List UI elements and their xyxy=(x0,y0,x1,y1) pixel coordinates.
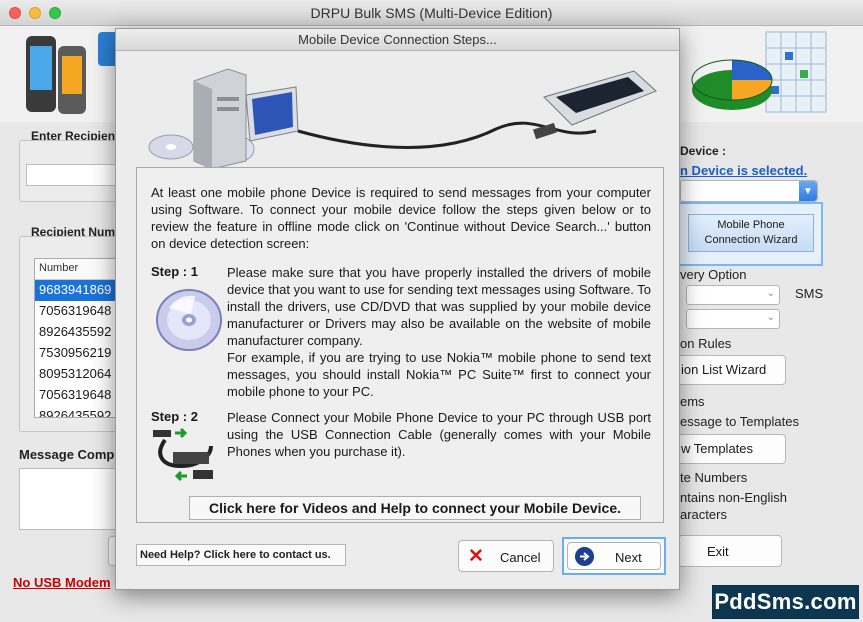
next-button[interactable]: Next xyxy=(567,542,661,570)
delivery-option-label: very Option xyxy=(680,267,747,282)
rules-label: on Rules xyxy=(680,336,732,351)
chevron-down-icon: ⌄ xyxy=(766,288,775,299)
non-english-line1: ntains non-English xyxy=(680,490,787,505)
list-wizard-button[interactable]: ion List Wizard xyxy=(670,355,786,385)
exit-button-label: Exit xyxy=(707,544,729,559)
items-label: ems xyxy=(680,394,705,409)
table-row[interactable]: 7530956219 xyxy=(35,343,117,364)
sms-label: SMS xyxy=(795,286,824,301)
table-row[interactable]: 8926435592 xyxy=(35,406,117,417)
step1-text-a: Please make sure that you have properly … xyxy=(227,265,651,348)
phones-logo-icon xyxy=(26,36,86,114)
table-row[interactable]: 7056319648 xyxy=(35,385,117,406)
step1-text-b: For example, if you are trying to use No… xyxy=(227,350,651,399)
view-templates-button[interactable]: w Templates xyxy=(670,434,786,464)
save-to-templates-text[interactable]: essage to Templates xyxy=(680,414,799,429)
chart-logo-icon xyxy=(691,31,827,113)
next-button-focus-ring: Next xyxy=(562,537,666,575)
chevron-down-icon: ⌄ xyxy=(766,312,775,323)
pc-to-phone-illustration-icon xyxy=(148,68,657,170)
usb-cable-icon xyxy=(153,427,213,482)
need-help-contact-button[interactable]: Need Help? Click here to contact us. xyxy=(136,544,346,566)
delivery-sub-combo[interactable]: ⌄ xyxy=(686,309,780,329)
device-selected-link[interactable]: n Device is selected. xyxy=(680,163,807,178)
intro-text: At least one mobile phone Device is requ… xyxy=(151,185,651,251)
wizard-button-line1: Mobile Phone xyxy=(717,219,785,231)
instructions-panel: At least one mobile phone Device is requ… xyxy=(136,167,664,523)
next-button-label: Next xyxy=(615,550,642,565)
window-titlebar: DRPU Bulk SMS (Multi-Device Edition) xyxy=(0,0,863,26)
non-english-line2: aracters xyxy=(680,507,727,522)
recipient-number-list[interactable]: Number 9683941869 7056319648 8926435592 … xyxy=(34,258,118,418)
message-composer-label: Message Compo xyxy=(19,447,123,462)
table-row[interactable]: 7056319648 xyxy=(35,301,117,322)
mobile-phone-connection-wizard-button[interactable]: Mobile Phone Connection Wizard xyxy=(688,214,814,252)
step2-text: Please Connect your Mobile Phone Device … xyxy=(227,410,651,459)
step2-label: Step : 2 xyxy=(151,409,198,424)
table-row[interactable]: 8095312064 xyxy=(35,364,117,385)
close-icon: ✕ xyxy=(468,546,484,567)
wizard-focus-frame: Mobile Phone Connection Wizard xyxy=(678,202,823,266)
device-label: Device : xyxy=(680,144,727,158)
table-row[interactable]: 9683941869 xyxy=(35,280,117,301)
message-composer-textarea[interactable] xyxy=(19,468,117,530)
table-row[interactable]: 8926435592 xyxy=(35,322,117,343)
connection-steps-dialog: Mobile Device Connection Steps... At lea… xyxy=(115,28,680,590)
videos-help-button[interactable]: Click here for Videos and Help to connec… xyxy=(189,496,641,520)
cancel-button[interactable]: ✕ Cancel xyxy=(458,540,554,572)
dialog-title: Mobile Device Connection Steps... xyxy=(116,29,679,51)
window-title: DRPU Bulk SMS (Multi-Device Edition) xyxy=(310,5,553,21)
arrow-right-icon xyxy=(575,547,594,566)
numbers-note-text: te Numbers xyxy=(680,470,748,485)
cancel-button-label: Cancel xyxy=(500,550,541,565)
recipient-input[interactable] xyxy=(26,164,118,186)
exit-button[interactable]: Exit xyxy=(678,535,782,567)
wizard-button-line2: Connection Wizard xyxy=(704,234,798,246)
device-combo[interactable]: ▼ xyxy=(680,180,818,202)
cd-dvd-icon xyxy=(156,289,222,351)
chevron-down-icon[interactable]: ▼ xyxy=(799,181,817,201)
delivery-option-combo[interactable]: ⌄ xyxy=(686,285,780,305)
step1-label: Step : 1 xyxy=(151,264,198,279)
pddsms-watermark: PddSms.com xyxy=(712,585,859,619)
number-column-header[interactable]: Number xyxy=(35,259,117,280)
no-usb-modem-link[interactable]: No USB Modem xyxy=(13,575,111,590)
